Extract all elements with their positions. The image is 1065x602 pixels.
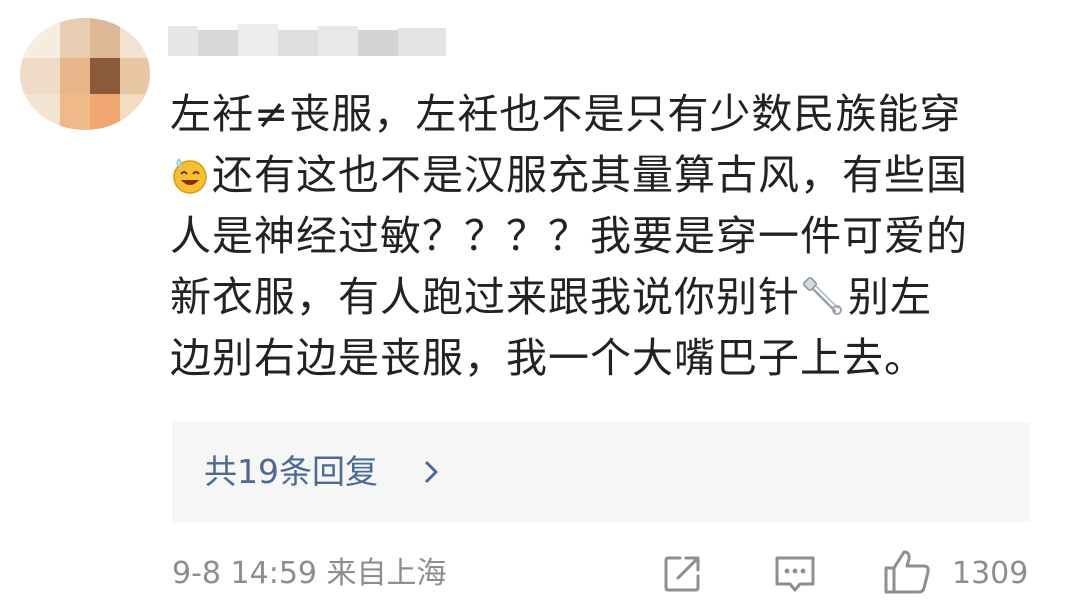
avatar-pixel (60, 94, 90, 130)
chevron-right-icon (425, 461, 438, 483)
blur-block (168, 26, 198, 56)
comment-icon[interactable] (772, 552, 818, 596)
avatar-pixel (120, 58, 150, 94)
avatar-pixel (120, 94, 150, 130)
blur-block (358, 30, 398, 56)
avatar-pixel (20, 58, 60, 94)
comment-body: 左衽≠丧服，左衽也不是只有少数民族能穿 还有这也不是汉服充其量算古风，有些国 人… (170, 84, 1030, 389)
blur-block (238, 24, 278, 56)
thumbs-up-icon[interactable] (882, 548, 932, 596)
avatar[interactable] (20, 18, 150, 130)
timestamp: 9-8 14:59 来自上海 (172, 556, 447, 591)
avatar-pixel (20, 94, 60, 130)
avatar-pixel (20, 18, 60, 58)
comment-line-text: 还有这也不是汉服充其量算古风，有些国 (212, 151, 968, 199)
blur-block (198, 30, 238, 56)
blur-block (318, 26, 358, 56)
comment-line-text: 别左 (848, 273, 932, 321)
like-count: 1309 (952, 556, 1029, 591)
blur-block (398, 28, 446, 56)
comment-line: 左衽≠丧服，左衽也不是只有少数民族能穿 (170, 90, 962, 138)
username-blurred[interactable] (168, 20, 448, 64)
comment-line-text: 新衣服，有人跑过来跟我说你别针 (170, 273, 800, 321)
safety-pin-icon (803, 277, 842, 315)
avatar-pixel (60, 18, 90, 58)
blur-block (278, 30, 318, 56)
share-icon[interactable] (660, 552, 704, 596)
avatar-pixel (90, 94, 120, 130)
smiling-sweat-emoji-icon (173, 158, 207, 194)
view-replies-button[interactable]: 共19条回复 (172, 422, 1030, 522)
avatar-pixel (90, 18, 120, 58)
comment-line: 边别右边是丧服，我一个大嘴巴子上去。 (170, 334, 926, 382)
avatar-pixel (120, 18, 150, 58)
comment-line: 人是神经过敏？？？？我要是穿一件可爱的 (170, 212, 968, 260)
comment-line: 新衣服，有人跑过来跟我说你别针 别左 (170, 267, 1030, 328)
avatar-pixel (90, 58, 120, 94)
avatar-pixel (60, 58, 90, 94)
replies-count-label: 共19条回复 (204, 452, 378, 491)
comment-line: 还有这也不是汉服充其量算古风，有些国 (170, 145, 1030, 206)
comment-footer: 9-8 14:59 来自上海 1309 (172, 550, 1032, 600)
